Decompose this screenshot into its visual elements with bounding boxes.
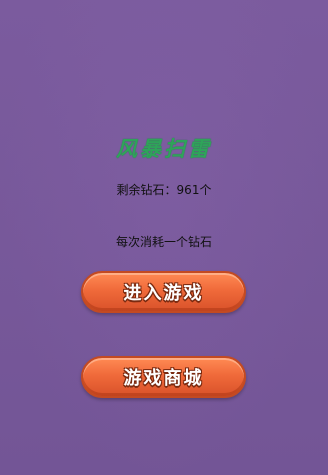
enter-game-label: 进入游戏 <box>123 283 204 304</box>
game-title: 风暴扫雷 <box>116 136 212 161</box>
enter-game-button[interactable]: 进入游戏 <box>81 271 246 313</box>
game-menu-screen: 风暴扫雷 剩余钻石：961个 每次消耗一个钻石 进入游戏 游戏商城 <box>0 0 328 475</box>
game-shop-label: 游戏商城 <box>123 368 204 389</box>
diamond-cost-text: 每次消耗一个钻石 <box>115 235 212 249</box>
diamond-count-text: 剩余钻石：961个 <box>116 183 212 197</box>
game-shop-button[interactable]: 游戏商城 <box>81 356 246 398</box>
